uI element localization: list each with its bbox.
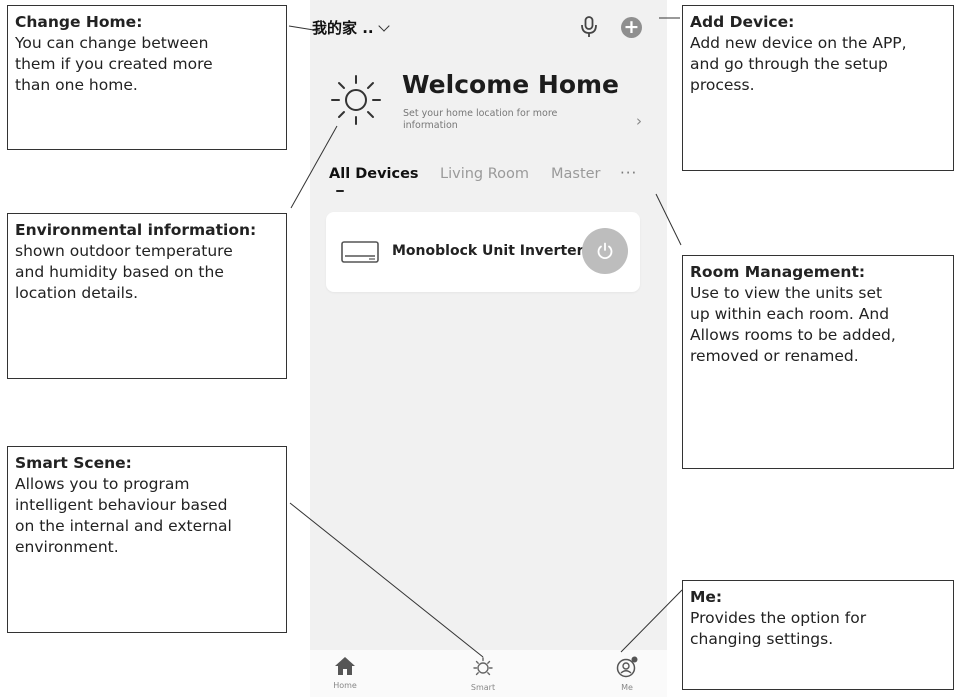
user-icon [616,656,638,678]
app-screen: 我的家 .. + Welcome Home Set your home loca… [310,0,667,697]
me-note: Me: Provides the option for changing set… [682,580,954,690]
active-tab-indicator [336,190,344,192]
sun-icon [331,75,381,125]
note-body: Allows you to program intelligent behavi… [15,475,232,556]
note-body: shown outdoor temperature and humidity b… [15,242,233,302]
smart-scene-note: Smart Scene: Allows you to program intel… [7,446,287,633]
air-conditioner-icon [341,241,379,263]
power-icon [597,242,613,260]
room-tabs: All Devices Living Room Master ··· [310,160,667,200]
tab-home[interactable]: Home [315,650,375,690]
sun-icon [473,657,493,676]
chevron-down-icon [377,19,390,32]
tab-living-room[interactable]: Living Room [440,166,529,182]
note-body: Use to view the units set up within each… [690,284,896,365]
note-title: Room Management: [690,263,866,281]
welcome-subtitle: Set your home location for more informat… [403,108,558,131]
welcome-banner[interactable]: Welcome Home Set your home location for … [310,52,667,142]
tab-smart-label: Smart [470,683,496,692]
note-title: Change Home: [15,13,143,31]
environmental-note: Environmental information: shown outdoor… [7,213,287,379]
device-card[interactable]: Monoblock Unit Inverter [326,212,640,292]
note-body: Provides the option for changing setting… [690,609,867,648]
tab-home-label: Home [333,681,357,690]
tab-smart[interactable]: Smart [453,650,513,692]
tab-master[interactable]: Master [551,166,601,182]
room-management-note: Room Management: Use to view the units s… [682,255,954,469]
top-bar: 我的家 .. + [310,14,667,44]
note-title: Add Device: [690,13,795,31]
tab-all-devices[interactable]: All Devices [329,166,419,182]
add-device-button[interactable]: + [621,17,642,38]
chevron-right-icon: › [636,112,642,130]
note-title: Smart Scene: [15,454,132,472]
note-body: You can change between them if you creat… [15,34,213,94]
note-body: Add new device on the APP, and go throug… [690,34,907,94]
plus-icon: + [623,16,640,38]
change-home-note: Change Home: You can change between them… [7,5,287,150]
note-title: Me: [690,588,723,606]
tab-me[interactable]: Me [597,650,657,692]
home-icon [335,657,355,675]
power-button[interactable] [582,228,628,274]
welcome-title: Welcome Home [402,70,620,99]
note-title: Environmental information: [15,221,257,239]
device-name: Monoblock Unit Inverter [392,243,584,259]
tab-me-label: Me [621,683,633,692]
microphone-icon[interactable] [578,14,600,40]
home-name: 我的家 .. [312,19,374,37]
more-icon[interactable]: ··· [620,164,637,182]
add-device-note: Add Device: Add new device on the APP, a… [682,5,954,171]
home-switcher[interactable]: 我的家 .. [312,17,390,38]
bottom-tab-bar: Home Smart Me [310,650,667,697]
